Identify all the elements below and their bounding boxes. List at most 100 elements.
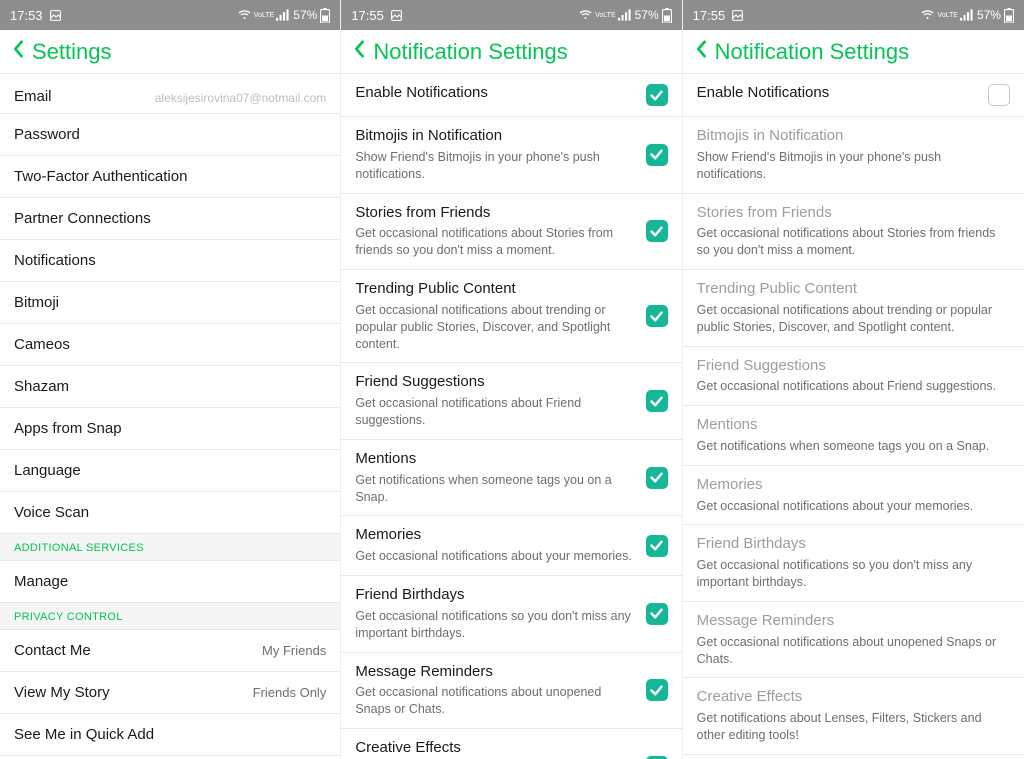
notification-description: Show Friend's Bitmojis in your phone's p… (697, 149, 1000, 183)
row-value: Friends Only (253, 685, 327, 700)
notification-description: Get notifications when someone tags you … (697, 438, 1000, 455)
checkbox-checked-icon[interactable] (646, 144, 668, 166)
notification-title: Enable Notifications (697, 84, 978, 103)
notification-title: Enable Notifications (355, 84, 635, 103)
row-label: View My Story (14, 684, 110, 701)
settings-row[interactable]: Bitmoji (0, 282, 340, 324)
signal-icon (960, 9, 974, 21)
row-label: Apps from Snap (14, 420, 122, 437)
page-title: Notification Settings (715, 39, 909, 65)
settings-row[interactable]: See Me in Quick Add (0, 714, 340, 756)
notification-row[interactable]: MentionsGet notifications when someone t… (341, 440, 681, 517)
settings-row[interactable]: Language (0, 450, 340, 492)
settings-row-email[interactable]: Email aleksijesirovina07@notmail.com (0, 74, 340, 114)
settings-row[interactable]: Notifications (0, 240, 340, 282)
header: Notification Settings (341, 30, 681, 74)
checkbox-checked-icon[interactable] (646, 220, 668, 242)
notification-row[interactable]: Stories from FriendsGet occasional notif… (341, 194, 681, 271)
battery-text: 57% (977, 8, 1001, 22)
notification-description: Get occasional notifications about Frien… (697, 378, 1000, 395)
notification-row[interactable]: Friend SuggestionsGet occasional notific… (683, 347, 1024, 407)
notification-list[interactable]: Enable Notifications Bitmojis in Notifica… (341, 74, 681, 759)
notification-row[interactable]: Friend Birthdays Get occasional notificat… (683, 525, 1024, 602)
notification-title: Friend Birthdays (697, 535, 1000, 554)
battery-text: 57% (635, 8, 659, 22)
row-label: Contact Me (14, 642, 91, 659)
settings-row[interactable]: Cameos (0, 324, 340, 366)
settings-row[interactable]: Contact MeMy Friends (0, 630, 340, 672)
settings-row[interactable]: Partner Connections (0, 198, 340, 240)
notification-description: Show Friend's Bitmojis in your phone's p… (355, 149, 635, 183)
checkbox-checked-icon[interactable] (646, 305, 668, 327)
settings-row[interactable]: View My Story Friends Only (0, 672, 340, 714)
notification-row[interactable]: Bitmojis in NotificationShow Friend's Bi… (683, 117, 1024, 194)
notification-row[interactable]: Friend Birthdays Get occasional notificat… (341, 576, 681, 653)
notification-title: Creative Effects (697, 688, 1000, 707)
notification-row[interactable]: Stories from Friends Get occasional notif… (683, 194, 1024, 271)
status-time: 17:55 (693, 8, 726, 23)
notification-description: Get occasional notifications about unope… (355, 684, 635, 718)
row-label: Password (14, 126, 80, 143)
section-additional-services: ADDITIONAL SERVICES (0, 534, 340, 561)
notification-title: Memories (697, 476, 1000, 495)
notification-row[interactable]: Trending Public ContentGet occasional no… (683, 270, 1024, 347)
row-label: Email (14, 88, 52, 105)
notification-title: Trending Public Content (697, 280, 1000, 299)
notification-description: Get occasional notifications so you don'… (355, 608, 635, 642)
settings-list[interactable]: Email aleksijesirovina07@notmail.com Pas… (0, 74, 340, 759)
notification-description: Get occasional notifications about Stori… (697, 225, 1000, 259)
back-button[interactable] (12, 40, 24, 63)
battery-icon (662, 8, 672, 23)
checkbox-checked-icon[interactable] (646, 467, 668, 489)
settings-row[interactable]: Two-Factor Authentication (0, 156, 340, 198)
back-button[interactable] (353, 40, 365, 63)
checkbox-checked-icon[interactable] (646, 390, 668, 412)
notification-row[interactable]: Friend SuggestionsGet occasional notific… (341, 363, 681, 440)
notification-title: Memories (355, 526, 635, 545)
checkbox-unchecked-icon[interactable] (988, 84, 1010, 106)
checkbox-checked-icon[interactable] (646, 84, 668, 106)
notification-description: Get occasional notifications about trend… (355, 302, 635, 353)
notification-row[interactable]: Creative EffectsGet notifications about … (683, 678, 1024, 755)
settings-row-manage[interactable]: Manage (0, 561, 340, 603)
picture-icon (731, 9, 744, 22)
notification-title: Mentions (697, 416, 1000, 435)
notification-title: Stories from Friends (355, 204, 635, 223)
notification-title: Stories from Friends (697, 204, 1000, 223)
notification-title: Friend Birthdays (355, 586, 635, 605)
notification-row[interactable]: Message RemindersGet occasional notifica… (341, 653, 681, 730)
battery-icon (1004, 8, 1014, 23)
notification-title: Message Reminders (697, 612, 1000, 631)
notification-row[interactable]: Enable Notifications (341, 74, 681, 117)
notification-row[interactable]: Mentions Get notifications when someone t… (683, 406, 1024, 466)
notification-row[interactable]: Trending Public ContentGet occasional no… (341, 270, 681, 363)
picture-icon (49, 9, 62, 22)
back-button[interactable] (695, 40, 707, 63)
header: Notification Settings (683, 30, 1024, 74)
settings-row[interactable]: Voice Scan (0, 492, 340, 534)
row-label: Language (14, 462, 81, 479)
notification-title: Friend Suggestions (355, 373, 635, 392)
screen-notifications-on: 17:55 VoLTE 57% Notification Settings En… (341, 0, 682, 759)
settings-row[interactable]: Password (0, 114, 340, 156)
checkbox-checked-icon[interactable] (646, 603, 668, 625)
settings-row[interactable]: Apps from Snap (0, 408, 340, 450)
notification-row[interactable]: Message RemindersGet occasional notifica… (683, 602, 1024, 679)
notification-row[interactable]: Enable Notifications (683, 74, 1024, 117)
wifi-icon (578, 9, 593, 21)
screen-settings: 17:53 VoLTE 57% Settings Email (0, 0, 341, 759)
notification-list[interactable]: Enable Notifications Bitmojis in Notifica… (683, 74, 1024, 759)
notification-row[interactable]: Bitmojis in Notification Show Friend's Bi… (341, 117, 681, 194)
checkbox-checked-icon[interactable] (646, 535, 668, 557)
notification-row[interactable]: MemoriesGet occasional notifications abo… (341, 516, 681, 576)
notification-title: Bitmojis in Notification (355, 127, 635, 146)
settings-row[interactable]: Shazam (0, 366, 340, 408)
checkbox-checked-icon[interactable] (646, 679, 668, 701)
notification-description: Get occasional notifications so you don'… (697, 557, 1000, 591)
battery-text: 57% (293, 8, 317, 22)
volte-icon: VoLTE (595, 12, 616, 19)
row-label: Manage (14, 573, 68, 590)
notification-row[interactable]: MemoriesGet occasional notifications abo… (683, 466, 1024, 526)
row-label: Notifications (14, 252, 96, 269)
notification-row[interactable]: Creative EffectsGet notifications about … (341, 729, 681, 759)
